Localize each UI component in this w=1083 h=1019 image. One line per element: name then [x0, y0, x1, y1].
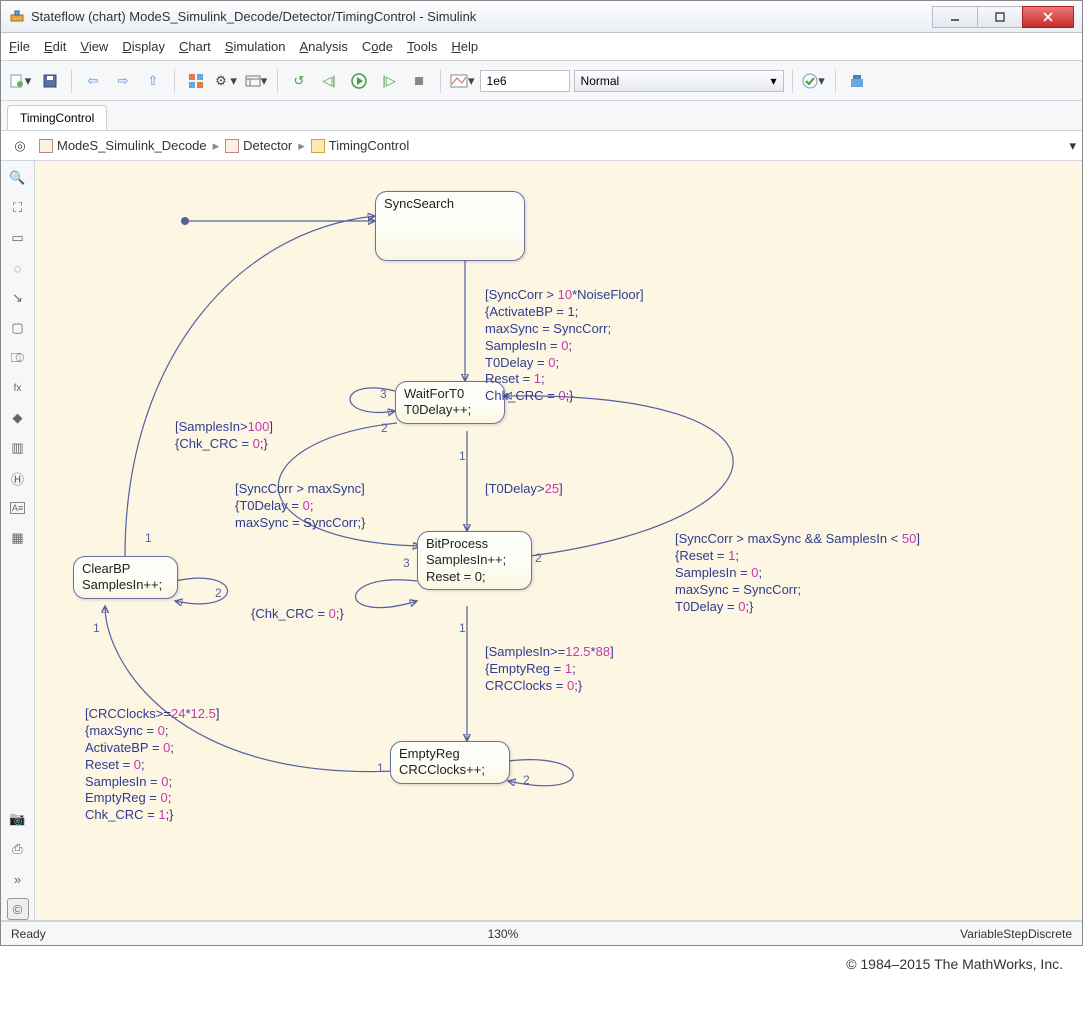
- fast-restart-button[interactable]: ↺: [286, 68, 312, 94]
- tabbar: TimingControl: [1, 101, 1082, 131]
- chart-canvas[interactable]: SyncSearch WaitForT0 T0Delay++; BitProce…: [35, 161, 1082, 920]
- window-title: Stateflow (chart) ModeS_Simulink_Decode/…: [31, 9, 933, 24]
- order-num: 1: [93, 621, 100, 635]
- order-num: 3: [403, 556, 410, 570]
- content-area: 🔍 ⛶ ▭ ◌ ↘ ▢ ⎄ fx ◆ ▥ Ⓗ A≡ ▦ 📷 ⎙ » ©: [1, 161, 1082, 921]
- step-forward-button[interactable]: |▷: [376, 68, 402, 94]
- config-button[interactable]: ⚙ ▾: [213, 68, 239, 94]
- new-button[interactable]: ▾: [7, 68, 33, 94]
- breadcrumb-level-0[interactable]: ModeS_Simulink_Decode: [39, 138, 207, 153]
- state-sync-search[interactable]: SyncSearch: [375, 191, 525, 261]
- truth-table-tool-icon[interactable]: ⎄: [7, 347, 29, 369]
- status-left: Ready: [11, 927, 46, 941]
- trans-clear-to-sync: [SamplesIn>100] {Chk_CRC = 0;}: [175, 419, 273, 453]
- breadcrumb-nav-icon[interactable]: ◎: [7, 133, 33, 159]
- history-tool-icon[interactable]: Ⓗ: [7, 467, 29, 489]
- trans-bit-self3: {Chk_CRC = 0;}: [251, 606, 344, 623]
- junction-tool-icon[interactable]: ◌: [7, 257, 29, 279]
- menu-tools[interactable]: Tools: [407, 39, 437, 54]
- stop-time-input[interactable]: [480, 70, 570, 92]
- state-tool-icon[interactable]: ▢: [7, 317, 29, 339]
- trans-wait-self2: [SyncCorr > maxSync] {T0Delay = 0; maxSy…: [235, 481, 365, 532]
- maximize-button[interactable]: [977, 6, 1023, 28]
- more-tool-icon[interactable]: »: [7, 868, 29, 890]
- image-tool-icon[interactable]: ▦: [7, 527, 29, 549]
- order-num: 1: [377, 761, 384, 775]
- run-button[interactable]: [346, 68, 372, 94]
- trans-sync-to-wait: [SyncCorr > 10*NoiseFloor] {ActivateBP =…: [485, 287, 644, 405]
- stop-button[interactable]: [406, 68, 432, 94]
- tool-palette: 🔍 ⛶ ▭ ◌ ↘ ▢ ⎄ fx ◆ ▥ Ⓗ A≡ ▦ 📷 ⎙ » ©: [1, 161, 35, 920]
- trans-bit-to-empty: [SamplesIn>=12.5*88] {EmptyReg = 1; CRCC…: [485, 644, 614, 695]
- explorer-button[interactable]: ▾: [243, 68, 269, 94]
- order-num: 2: [215, 586, 222, 600]
- toolbar: ▾ ⇦ ⇨ ⇧ ⚙ ▾ ▾ ↺ ◁| |▷ ▾ Normal▾ ▾: [1, 61, 1082, 101]
- status-zoom: 130%: [46, 927, 960, 941]
- forward-button[interactable]: ⇨: [110, 68, 136, 94]
- minimize-button[interactable]: [932, 6, 978, 28]
- breadcrumb-dropdown-icon[interactable]: ▾: [1069, 138, 1076, 154]
- menu-analysis[interactable]: Analysis: [299, 39, 347, 54]
- box-tool-icon[interactable]: ▥: [7, 437, 29, 459]
- order-num: 3: [380, 387, 387, 401]
- menu-display[interactable]: Display: [122, 39, 165, 54]
- menu-simulation[interactable]: Simulation: [225, 39, 286, 54]
- back-button[interactable]: ⇦: [80, 68, 106, 94]
- menu-code[interactable]: Code: [362, 39, 393, 54]
- build-button[interactable]: [844, 68, 870, 94]
- menubar: File Edit View Display Chart Simulation …: [1, 33, 1082, 61]
- function-tool-icon[interactable]: fx: [7, 377, 29, 399]
- state-clear-bp[interactable]: ClearBP SamplesIn++;: [73, 556, 178, 599]
- breadcrumb-level-1[interactable]: Detector: [225, 138, 292, 153]
- trans-bit-to-wait: [SyncCorr > maxSync && SamplesIn < 50] {…: [675, 531, 920, 615]
- check-button[interactable]: ▾: [801, 68, 827, 94]
- close-button[interactable]: [1022, 6, 1074, 28]
- menu-chart[interactable]: Chart: [179, 39, 211, 54]
- state-bit-process[interactable]: BitProcess SamplesIn++; Reset = 0;: [417, 531, 532, 590]
- up-button[interactable]: ⇧: [140, 68, 166, 94]
- copyright-tool-icon[interactable]: ©: [7, 898, 29, 920]
- statusbar: Ready 130% VariableStepDiscrete: [1, 921, 1082, 945]
- order-num: 1: [145, 531, 152, 545]
- order-num: 2: [535, 551, 542, 565]
- order-num: 2: [381, 421, 388, 435]
- state-empty-reg[interactable]: EmptyReg CRCClocks++;: [390, 741, 510, 784]
- breadcrumb: ◎ ModeS_Simulink_Decode ▸ Detector ▸ Tim…: [1, 131, 1082, 161]
- order-num: 1: [459, 449, 466, 463]
- fit-tool-icon[interactable]: ⛶: [7, 197, 29, 219]
- camera-tool-icon[interactable]: 📷: [7, 808, 29, 830]
- sim-mode-select[interactable]: Normal▾: [574, 70, 784, 92]
- titlebar: Stateflow (chart) ModeS_Simulink_Decode/…: [1, 1, 1082, 33]
- tab-timing-control[interactable]: TimingControl: [7, 105, 107, 130]
- trans-wait-to-bit: [T0Delay>25]: [485, 481, 563, 498]
- breadcrumb-level-2[interactable]: TimingControl: [311, 138, 409, 153]
- scope-button[interactable]: ▾: [449, 68, 476, 94]
- transition-tool-icon[interactable]: ↘: [7, 287, 29, 309]
- step-back-button[interactable]: ◁|: [316, 68, 342, 94]
- menu-file[interactable]: File: [9, 39, 30, 54]
- zoom-tool-icon[interactable]: 🔍: [7, 167, 29, 189]
- save-button[interactable]: [37, 68, 63, 94]
- app-window: Stateflow (chart) ModeS_Simulink_Decode/…: [0, 0, 1083, 946]
- copyright-text: © 1984–2015 The MathWorks, Inc.: [0, 946, 1083, 982]
- status-solver: VariableStepDiscrete: [960, 927, 1072, 941]
- app-icon: [9, 9, 25, 25]
- simulink-fn-tool-icon[interactable]: ◆: [7, 407, 29, 429]
- rect-tool-icon[interactable]: ▭: [7, 227, 29, 249]
- trans-empty-to-clear: [CRCClocks>=24*12.5] {maxSync = 0; Activ…: [85, 706, 219, 824]
- menu-edit[interactable]: Edit: [44, 39, 66, 54]
- menu-help[interactable]: Help: [451, 39, 478, 54]
- default-transition-dot: [181, 217, 189, 225]
- annotation-tool-icon[interactable]: A≡: [7, 497, 29, 519]
- legend-tool-icon[interactable]: ⎙: [7, 838, 29, 860]
- library-button[interactable]: [183, 68, 209, 94]
- order-num: 1: [459, 621, 466, 635]
- order-num: 2: [523, 773, 530, 787]
- menu-view[interactable]: View: [80, 39, 108, 54]
